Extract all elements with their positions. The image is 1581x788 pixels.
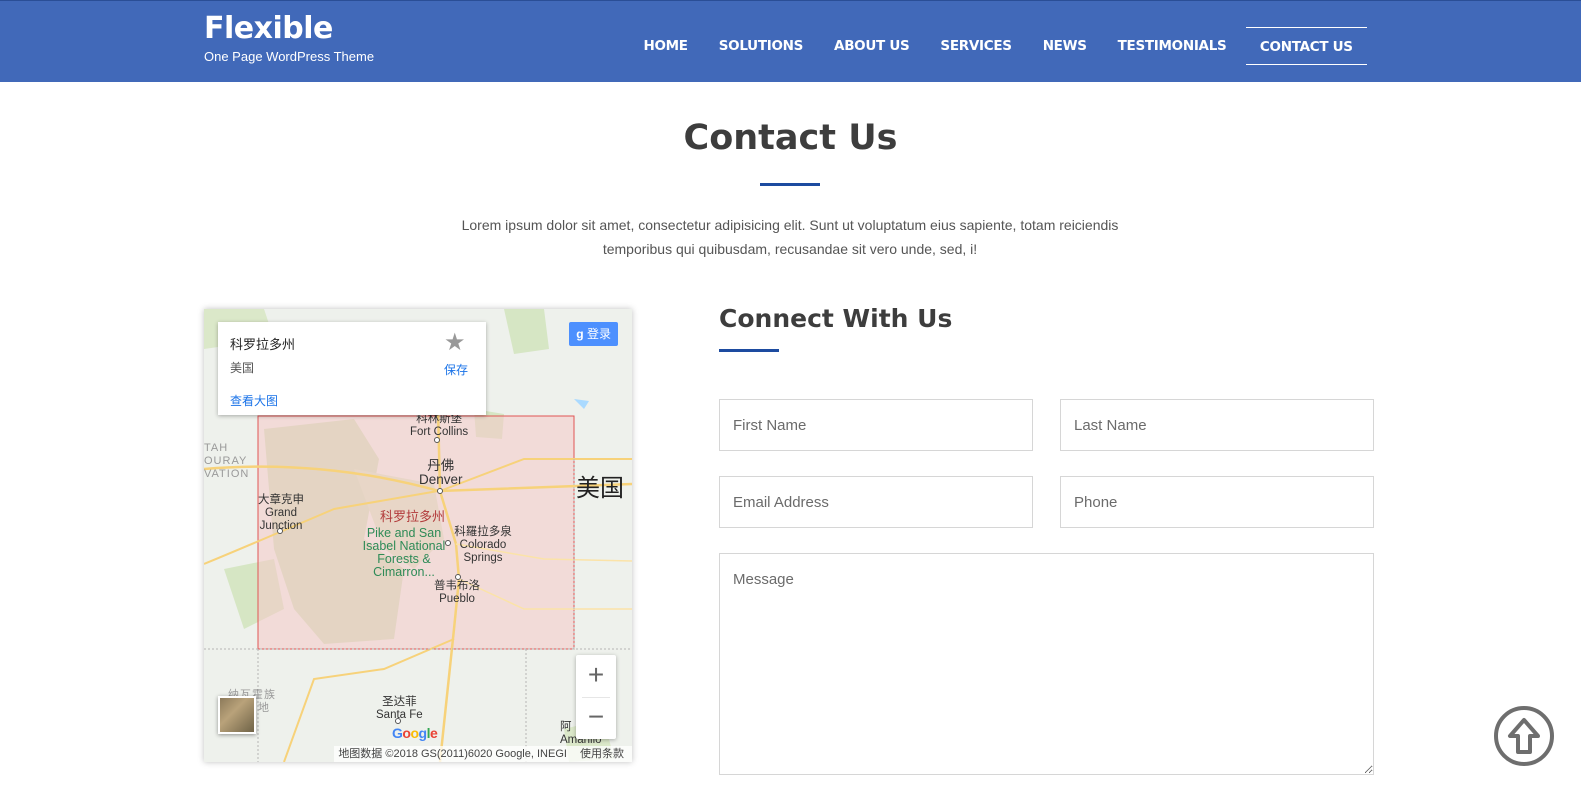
map-label-national-forest: Pike and San Isabel National Forests & C… (362, 526, 446, 579)
satellite-toggle-thumbnail[interactable] (218, 696, 256, 734)
zoom-in-button[interactable]: + (576, 655, 616, 697)
message-field[interactable] (719, 553, 1374, 775)
view-larger-map-link[interactable]: 查看大图 (230, 392, 278, 409)
map-data-credit: 地图数据 ©2018 GS(2011)6020 Google, INEGI (338, 748, 567, 760)
google-map[interactable]: 科林斯堡 Fort Collins 丹佛 Denver 大章克申 Grand Junc… (204, 309, 632, 762)
title-divider (760, 183, 820, 186)
google-signin-button[interactable]: g 登录 (569, 322, 618, 346)
nav-item-services[interactable]: SERVICES (925, 27, 1027, 65)
nav-item-solutions[interactable]: SOLUTIONS (703, 27, 818, 65)
email-field[interactable] (719, 476, 1033, 528)
site-tagline: One Page WordPress Theme (204, 49, 375, 64)
map-label-colorado-springs: 科羅拉多泉 Colorado Springs (454, 526, 512, 564)
map-label-grand-junction: 大章克申 Grand Junction (258, 494, 304, 532)
nav-item-home[interactable]: HOME (628, 27, 703, 65)
form-title-divider (719, 349, 779, 352)
arrow-up-circle-icon (1508, 718, 1540, 754)
map-label-santa-fe: 圣达菲 Santa Fe (376, 696, 423, 721)
form-title: Connect With Us (719, 304, 953, 333)
site-title[interactable]: Flexible (204, 11, 333, 46)
place-country: 美国 (230, 361, 255, 375)
nav-item-contact-us[interactable]: CONTACT US (1245, 27, 1367, 65)
zoom-controls: + − (576, 655, 616, 739)
place-name: 科罗拉多州 (230, 337, 296, 352)
star-icon[interactable]: ★ (444, 328, 466, 357)
nav-item-testimonials[interactable]: TESTIMONIALS (1102, 27, 1242, 65)
zoom-out-button[interactable]: − (576, 697, 616, 739)
phone-field[interactable] (1060, 476, 1374, 528)
map-label-denver: 丹佛 Denver (419, 458, 463, 487)
main-nav: HOME SOLUTIONS ABOUT US SERVICES NEWS TE… (628, 27, 1367, 65)
save-place-link[interactable]: 保存 (444, 361, 468, 378)
last-name-field[interactable] (1060, 399, 1374, 451)
map-label-fort-collins: 科林斯堡 Fort Collins (410, 413, 469, 438)
nav-item-news[interactable]: NEWS (1027, 27, 1102, 65)
map-label-reservation: TAH OURAY VATION (204, 442, 250, 480)
map-attribution: 地图数据 ©2018 GS(2011)6020 Google, INEGI 使用… (334, 746, 632, 762)
map-terms-link[interactable]: 使用条款 (580, 748, 624, 760)
google-g-icon: g (576, 327, 584, 341)
map-info-card: 科罗拉多州 美国 ★ 保存 查看大图 (218, 322, 486, 415)
nav-item-about-us[interactable]: ABOUT US (819, 27, 925, 65)
map-label-pueblo: 普韦布洛 Pueblo (434, 580, 480, 605)
page-title: Contact Us (683, 118, 898, 158)
google-logo: Google (392, 725, 438, 741)
first-name-field[interactable] (719, 399, 1033, 451)
back-to-top-button[interactable] (1494, 706, 1554, 766)
site-header: Flexible One Page WordPress Theme HOME S… (0, 0, 1581, 82)
section-description: Lorem ipsum dolor sit amet, consectetur … (461, 217, 1119, 257)
map-label-state: 科罗拉多州 (380, 509, 446, 524)
map-label-country: 美国 (576, 475, 624, 502)
